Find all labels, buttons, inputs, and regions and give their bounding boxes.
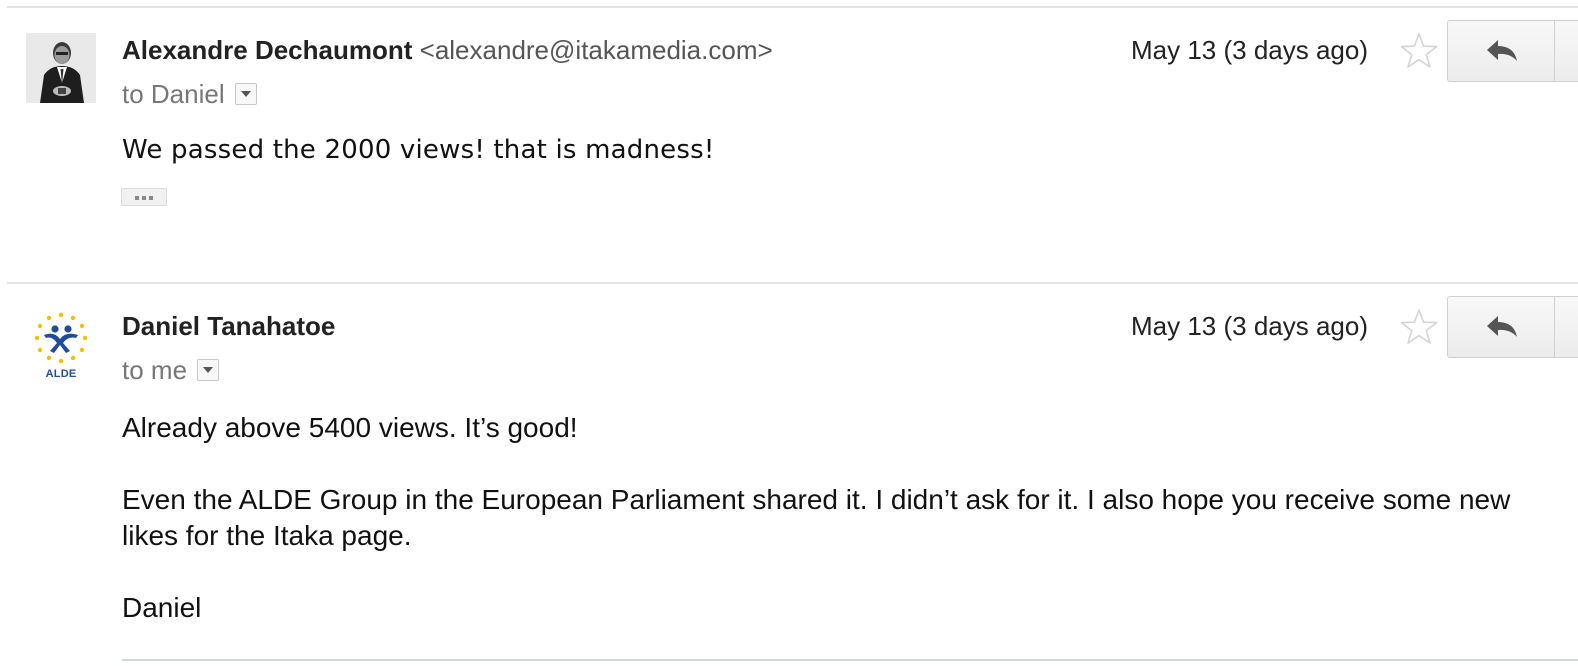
email-thread: Alexandre Dechaumont <alexandre@itakamed…: [0, 0, 1578, 666]
sender-line: Alexandre Dechaumont <alexandre@itakamed…: [122, 34, 773, 66]
sender-name[interactable]: Daniel Tanahatoe: [122, 311, 335, 341]
recipient-line: to Daniel: [122, 78, 257, 110]
reply-button-divider: [1554, 21, 1555, 81]
person-photo-icon: [26, 33, 96, 103]
reply-icon: [1487, 40, 1517, 61]
avatar[interactable]: [26, 33, 96, 103]
body-paragraph: Even the ALDE Group in the European Parl…: [122, 484, 1511, 551]
chevron-down-icon: [203, 367, 214, 373]
reply-button-divider: [1554, 297, 1555, 357]
reply-button[interactable]: [1447, 20, 1578, 82]
alde-party-logo-icon: [34, 312, 88, 364]
recipient-line: to me: [122, 354, 220, 386]
star-icon[interactable]: [1400, 308, 1438, 346]
reply-icon: [1487, 316, 1517, 337]
signature: Daniel: [122, 592, 202, 623]
body-paragraph: Already above 5400 views. It’s good!: [122, 412, 578, 443]
sender-line: Daniel Tanahatoe: [122, 310, 335, 342]
avatar-logo-text: ALDE PARTY: [45, 368, 77, 379]
recipient-label: to Daniel: [122, 79, 225, 109]
show-details-button[interactable]: [197, 359, 220, 381]
message-divider: [7, 282, 1578, 284]
message-date: May 13 (3 days ago): [1131, 311, 1369, 341]
message-bottom-rule: [122, 659, 1578, 661]
message-body: Already above 5400 views. It’s good! Eve…: [122, 410, 1522, 626]
avatar[interactable]: ALDE PARTY: [26, 309, 96, 379]
chevron-down-icon: [240, 91, 251, 97]
star-icon[interactable]: [1400, 32, 1438, 70]
ellipsis-icon: [135, 196, 153, 200]
recipient-label: to me: [122, 355, 188, 385]
reply-button[interactable]: [1447, 296, 1578, 358]
sender-name[interactable]: Alexandre Dechaumont: [122, 35, 412, 65]
message-date: May 13 (3 days ago): [1131, 35, 1369, 65]
show-details-button[interactable]: [234, 83, 257, 105]
show-trimmed-content-button[interactable]: [121, 188, 167, 206]
sender-email: <alexandre@itakamedia.com>: [419, 35, 773, 65]
body-paragraph: We passed the 2000 views! that is madnes…: [122, 135, 715, 165]
message-body: We passed the 2000 views! that is madnes…: [122, 132, 1522, 168]
message-divider: [7, 6, 1578, 8]
